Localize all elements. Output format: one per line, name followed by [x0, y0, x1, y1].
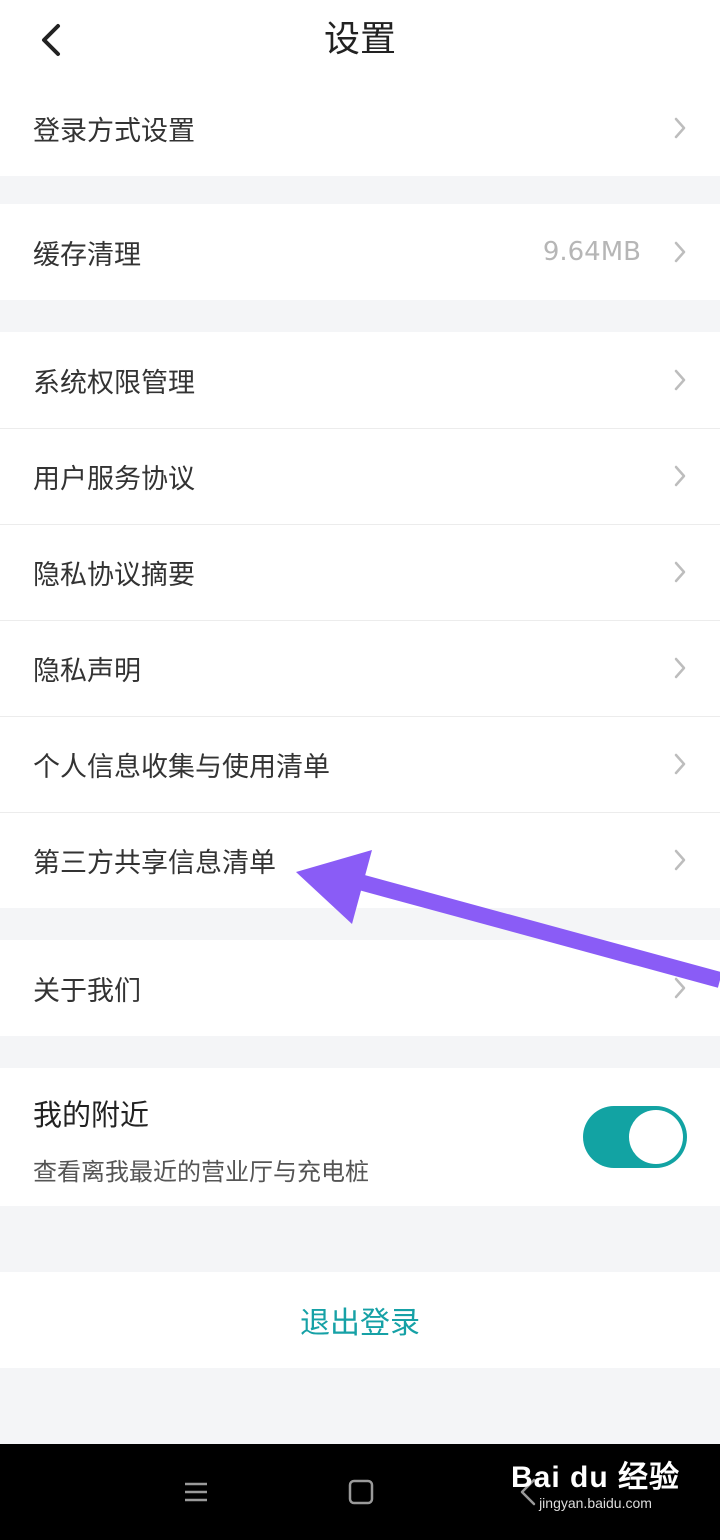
row-label: 登录方式设置	[33, 115, 195, 147]
chevron-right-icon	[667, 750, 687, 778]
home-square-icon[interactable]	[341, 1472, 381, 1512]
chevron-right-icon	[667, 238, 687, 266]
chevron-right-icon	[667, 846, 687, 874]
row-label: 个人信息收集与使用清单	[33, 751, 330, 783]
row-about-us[interactable]: 关于我们	[0, 940, 720, 1036]
row-user-agreement[interactable]: 用户服务协议	[0, 428, 720, 524]
row-label: 用户服务协议	[33, 463, 195, 495]
chevron-right-icon	[667, 558, 687, 586]
row-label: 第三方共享信息清单	[33, 847, 276, 879]
settings-group-login: 登录方式设置	[0, 80, 720, 176]
nearby-setting: 我的附近 查看离我最近的营业厅与充电桩	[0, 1068, 720, 1206]
nearby-title: 我的附近	[33, 1098, 150, 1132]
row-system-permissions[interactable]: 系统权限管理	[0, 332, 720, 428]
row-label: 缓存清理	[33, 239, 141, 271]
row-clear-cache[interactable]: 缓存清理 9.64MB	[0, 204, 720, 300]
settings-group-cache: 缓存清理 9.64MB	[0, 204, 720, 300]
row-personal-info-list[interactable]: 个人信息收集与使用清单	[0, 716, 720, 812]
row-label: 隐私声明	[33, 655, 141, 687]
header-bar: 设置	[0, 0, 720, 80]
chevron-right-icon	[667, 366, 687, 394]
watermark-brand: Bai du 经验	[510, 1461, 680, 1494]
cache-size-value: 9.64MB	[542, 237, 641, 267]
settings-group-about: 关于我们	[0, 940, 720, 1036]
chevron-right-icon	[667, 654, 687, 682]
row-label: 隐私协议摘要	[33, 559, 195, 591]
row-third-party-sharing[interactable]: 第三方共享信息清单	[0, 812, 720, 908]
toggle-knob	[629, 1110, 683, 1164]
nearby-toggle[interactable]	[583, 1106, 687, 1168]
row-login-method[interactable]: 登录方式设置	[0, 80, 720, 176]
baidu-jingyan-watermark: Bai du 经验 jingyan.baidu.com	[511, 1462, 680, 1512]
nearby-description: 查看离我最近的营业厅与充电桩	[33, 1158, 369, 1186]
menu-icon[interactable]	[176, 1472, 216, 1512]
row-privacy-summary[interactable]: 隐私协议摘要	[0, 524, 720, 620]
logout-button[interactable]: 退出登录	[0, 1272, 720, 1368]
watermark-url: jingyan.baidu.com	[539, 1495, 652, 1511]
chevron-right-icon	[667, 114, 687, 142]
row-label: 关于我们	[33, 975, 141, 1007]
row-privacy-statement[interactable]: 隐私声明	[0, 620, 720, 716]
chevron-right-icon	[667, 462, 687, 490]
row-label: 系统权限管理	[33, 367, 195, 399]
page-title: 设置	[323, 19, 396, 60]
chevron-right-icon	[667, 974, 687, 1002]
logout-section: 退出登录	[0, 1272, 720, 1368]
settings-group-privacy: 系统权限管理 用户服务协议 隐私协议摘要 隐私声明 个人信息收集与使用清单 第三…	[0, 332, 720, 908]
